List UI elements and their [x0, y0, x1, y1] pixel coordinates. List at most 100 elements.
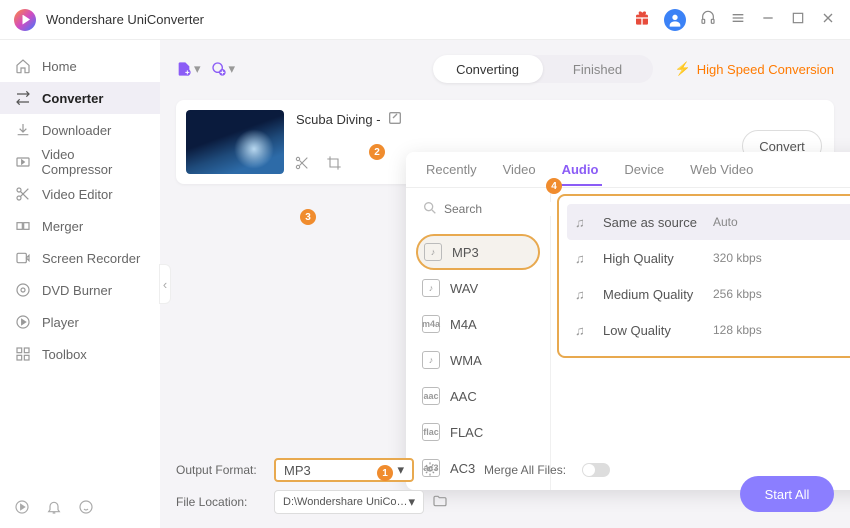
bolt-icon: ⚡	[675, 61, 691, 77]
sidebar-item-label: Player	[42, 315, 79, 330]
quality-medium[interactable]: ♫Medium Quality256 kbps	[567, 276, 850, 312]
sidebar: Home Converter Downloader Video Compress…	[0, 40, 160, 528]
disc-icon	[14, 282, 32, 298]
format-m4a[interactable]: m4aM4A	[416, 306, 540, 342]
step-badge-4: 4	[546, 178, 562, 194]
crop-icon[interactable]	[326, 155, 342, 174]
minimize-button[interactable]	[760, 10, 776, 29]
quality-list: ♫Same as sourceAuto ♫High Quality320 kbp…	[557, 194, 850, 358]
collapse-sidebar[interactable]: ‹	[159, 264, 171, 304]
bottom-bar: Output Format: MP3▾ Merge All Files: Fil…	[176, 456, 834, 520]
sidebar-item-player[interactable]: Player	[0, 306, 160, 338]
output-format-dropdown[interactable]: MP3▾	[274, 458, 414, 482]
gift-icon[interactable]	[634, 10, 650, 29]
sidebar-item-converter[interactable]: Converter	[0, 82, 160, 114]
search-icon	[422, 200, 438, 219]
file-location-dropdown[interactable]: D:\Wondershare UniConverter▾	[274, 490, 424, 514]
hamburger-icon[interactable]	[730, 10, 746, 29]
app-logo	[14, 9, 36, 31]
format-flac[interactable]: flacFLAC	[416, 414, 540, 450]
quality-high[interactable]: ♫High Quality320 kbps	[567, 240, 850, 276]
segment-finished[interactable]: Finished	[543, 55, 653, 83]
maximize-button[interactable]	[790, 10, 806, 29]
app-title: Wondershare UniConverter	[46, 12, 204, 27]
step-badge-2: 2	[369, 144, 385, 160]
play-icon	[14, 314, 32, 330]
format-mp3[interactable]: ♪MP3	[416, 234, 540, 270]
sidebar-item-label: Video Compressor	[42, 147, 146, 177]
user-avatar[interactable]	[664, 9, 686, 31]
music-icon: ♫	[575, 251, 593, 266]
tab-video[interactable]: Video	[499, 154, 540, 185]
step-badge-3: 3	[300, 209, 316, 225]
high-speed-toggle[interactable]: ⚡High Speed Conversion	[675, 61, 835, 77]
record-icon	[14, 250, 32, 266]
file-title: Scuba Diving -	[296, 110, 824, 129]
titlebar: Wondershare UniConverter	[0, 0, 850, 40]
format-aac[interactable]: aacAAC	[416, 378, 540, 414]
trim-icon[interactable]	[294, 155, 310, 174]
feedback-icon[interactable]	[78, 499, 94, 518]
compress-icon	[14, 154, 32, 170]
sidebar-item-label: Screen Recorder	[42, 251, 140, 266]
bottom-left-icons	[14, 499, 94, 518]
file-location-label: File Location:	[176, 495, 266, 509]
chevron-down-icon: ▾	[397, 462, 404, 478]
output-format-label: Output Format:	[176, 463, 266, 477]
tab-device[interactable]: Device	[620, 154, 668, 185]
chevron-down-icon: ▾	[229, 61, 236, 77]
merge-toggle[interactable]	[582, 463, 610, 477]
audio-icon: m4a	[422, 315, 440, 333]
download-icon	[14, 122, 32, 138]
scissors-icon	[14, 186, 32, 202]
toolbar: ▾ ▾ Converting Finished ⚡High Speed Conv…	[176, 48, 834, 90]
music-icon: ♫	[575, 287, 593, 302]
sidebar-item-label: Home	[42, 59, 77, 74]
add-file-button[interactable]: ▾	[176, 61, 201, 77]
tutorial-icon[interactable]	[14, 499, 30, 518]
add-url-button[interactable]: ▾	[211, 61, 236, 77]
sidebar-item-compressor[interactable]: Video Compressor	[0, 146, 160, 178]
headset-icon[interactable]	[700, 10, 716, 29]
sidebar-item-recorder[interactable]: Screen Recorder	[0, 242, 160, 274]
edit-title-icon[interactable]	[387, 110, 403, 129]
sidebar-item-label: Toolbox	[42, 347, 87, 362]
audio-icon: ♪	[424, 243, 442, 261]
sidebar-item-label: DVD Burner	[42, 283, 112, 298]
segment-converting[interactable]: Converting	[433, 55, 543, 83]
sidebar-item-downloader[interactable]: Downloader	[0, 114, 160, 146]
merge-icon	[14, 218, 32, 234]
start-all-button[interactable]: Start All	[740, 476, 834, 512]
format-wma[interactable]: ♪WMA	[416, 342, 540, 378]
quality-low[interactable]: ♫Low Quality128 kbps	[567, 312, 850, 348]
sidebar-item-toolbox[interactable]: Toolbox	[0, 338, 160, 370]
sidebar-item-home[interactable]: Home	[0, 50, 160, 82]
content: ‹ ▾ ▾ Converting Finished ⚡High Speed Co…	[160, 40, 850, 528]
audio-icon: flac	[422, 423, 440, 441]
format-search	[416, 194, 540, 224]
step-badge-1: 1	[377, 465, 393, 481]
tab-audio[interactable]: Audio	[558, 154, 603, 185]
converter-icon	[14, 90, 32, 106]
settings-icon[interactable]	[422, 461, 438, 480]
quality-same-as-source[interactable]: ♫Same as sourceAuto	[567, 204, 850, 240]
sidebar-item-dvd[interactable]: DVD Burner	[0, 274, 160, 306]
chevron-down-icon: ▾	[194, 61, 201, 77]
tab-recently[interactable]: Recently	[422, 154, 481, 185]
music-icon: ♫	[575, 215, 593, 230]
sidebar-item-label: Converter	[42, 91, 103, 106]
merge-label: Merge All Files:	[484, 463, 574, 477]
music-icon: ♫	[575, 323, 593, 338]
video-thumbnail[interactable]	[186, 110, 284, 174]
sidebar-item-merger[interactable]: Merger	[0, 210, 160, 242]
notification-icon[interactable]	[46, 499, 62, 518]
tab-web-video[interactable]: Web Video	[686, 154, 757, 185]
format-wav[interactable]: ♪WAV	[416, 270, 540, 306]
segment-control: Converting Finished	[433, 55, 653, 83]
close-button[interactable]	[820, 10, 836, 29]
folder-icon[interactable]	[432, 493, 448, 512]
sidebar-item-editor[interactable]: Video Editor	[0, 178, 160, 210]
audio-icon: aac	[422, 387, 440, 405]
audio-icon: ♪	[422, 279, 440, 297]
sidebar-item-label: Video Editor	[42, 187, 113, 202]
